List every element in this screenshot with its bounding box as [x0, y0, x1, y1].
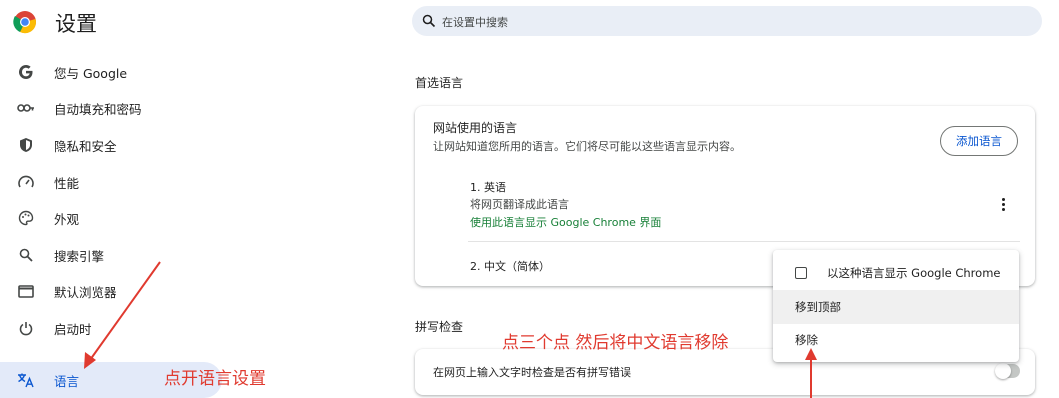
menu-item-remove[interactable]: 移除: [773, 323, 1019, 357]
search-icon: [16, 245, 36, 265]
toggle-knob: [995, 363, 1011, 379]
browser-icon: [16, 281, 36, 301]
sidebar-item-label: 启动时: [54, 321, 92, 337]
google-icon: [16, 62, 36, 82]
card-title: 网站使用的语言: [433, 121, 518, 135]
language-ui-note: 使用此语言显示 Google Chrome 界面: [470, 216, 662, 229]
add-language-button[interactable]: 添加语言: [940, 126, 1018, 156]
annotation-left: 点开语言设置: [164, 369, 266, 389]
sidebar-item-autofill[interactable]: 自动填充和密码: [0, 90, 222, 126]
more-actions-icon[interactable]: [996, 194, 1010, 214]
sidebar-item-label: 默认浏览器: [54, 284, 117, 300]
sidebar-item-search-engine[interactable]: 搜索引擎: [0, 237, 222, 273]
translate-icon: [16, 370, 36, 390]
menu-item-show-ui-in-language[interactable]: 以这种语言显示 Google Chrome: [773, 256, 1019, 290]
shield-icon: [16, 135, 36, 155]
sidebar-item-performance[interactable]: 性能: [0, 164, 222, 200]
speedometer-icon: [16, 172, 36, 192]
section-title-preferred-languages: 首选语言: [415, 76, 464, 90]
power-icon: [16, 318, 36, 338]
key-icon: [16, 98, 36, 118]
sidebar-item-privacy[interactable]: 隐私和安全: [0, 127, 222, 163]
language-context-menu: 以这种语言显示 Google Chrome 移到顶部 移除: [773, 250, 1019, 362]
sidebar-item-label: 您与 Google: [54, 65, 128, 81]
menu-item-label: 以这种语言显示 Google Chrome: [827, 266, 1001, 280]
settings-search[interactable]: [412, 6, 1042, 38]
language-name: 1. 英语: [470, 181, 506, 194]
sidebar-item-label: 自动填充和密码: [54, 101, 142, 117]
section-title-spellcheck: 拼写检查: [415, 320, 464, 334]
search-input[interactable]: [440, 6, 1034, 38]
sidebar-item-on-startup[interactable]: 启动时: [0, 310, 222, 346]
card-subtitle: 让网站知道您所用的语言。它们将尽可能以这些语言显示内容。: [433, 140, 741, 153]
menu-item-label: 移到顶部: [795, 300, 841, 314]
sidebar-item-default-browser[interactable]: 默认浏览器: [0, 273, 222, 309]
sidebar-item-label: 搜索引擎: [54, 248, 105, 264]
sidebar-item-you-and-google[interactable]: 您与 Google: [0, 54, 222, 90]
spellcheck-toggle[interactable]: [995, 363, 1020, 379]
sidebar-item-label: 外观: [54, 211, 80, 227]
sidebar-item-appearance[interactable]: 外观: [0, 200, 222, 236]
search-icon: [422, 14, 436, 28]
sidebar-item-label: 性能: [54, 175, 80, 191]
language-name: 2. 中文（简体）: [470, 260, 550, 273]
sidebar-item-label: 语言: [54, 373, 80, 389]
checkbox[interactable]: [795, 267, 807, 279]
divider: [468, 241, 1020, 242]
page-title: 设置: [55, 12, 97, 36]
annotation-center: 点三个点 然后将中文语言移除: [502, 333, 729, 353]
sidebar-item-label: 隐私和安全: [54, 138, 117, 154]
menu-item-move-to-top[interactable]: 移到顶部: [773, 290, 1019, 324]
language-detail: 将网页翻译成此语言: [470, 198, 569, 211]
spellcheck-label: 在网页上输入文字时检查是否有拼写错误: [433, 366, 631, 379]
menu-item-label: 移除: [795, 333, 818, 347]
chrome-logo-icon: [13, 11, 36, 34]
palette-icon: [16, 208, 36, 228]
